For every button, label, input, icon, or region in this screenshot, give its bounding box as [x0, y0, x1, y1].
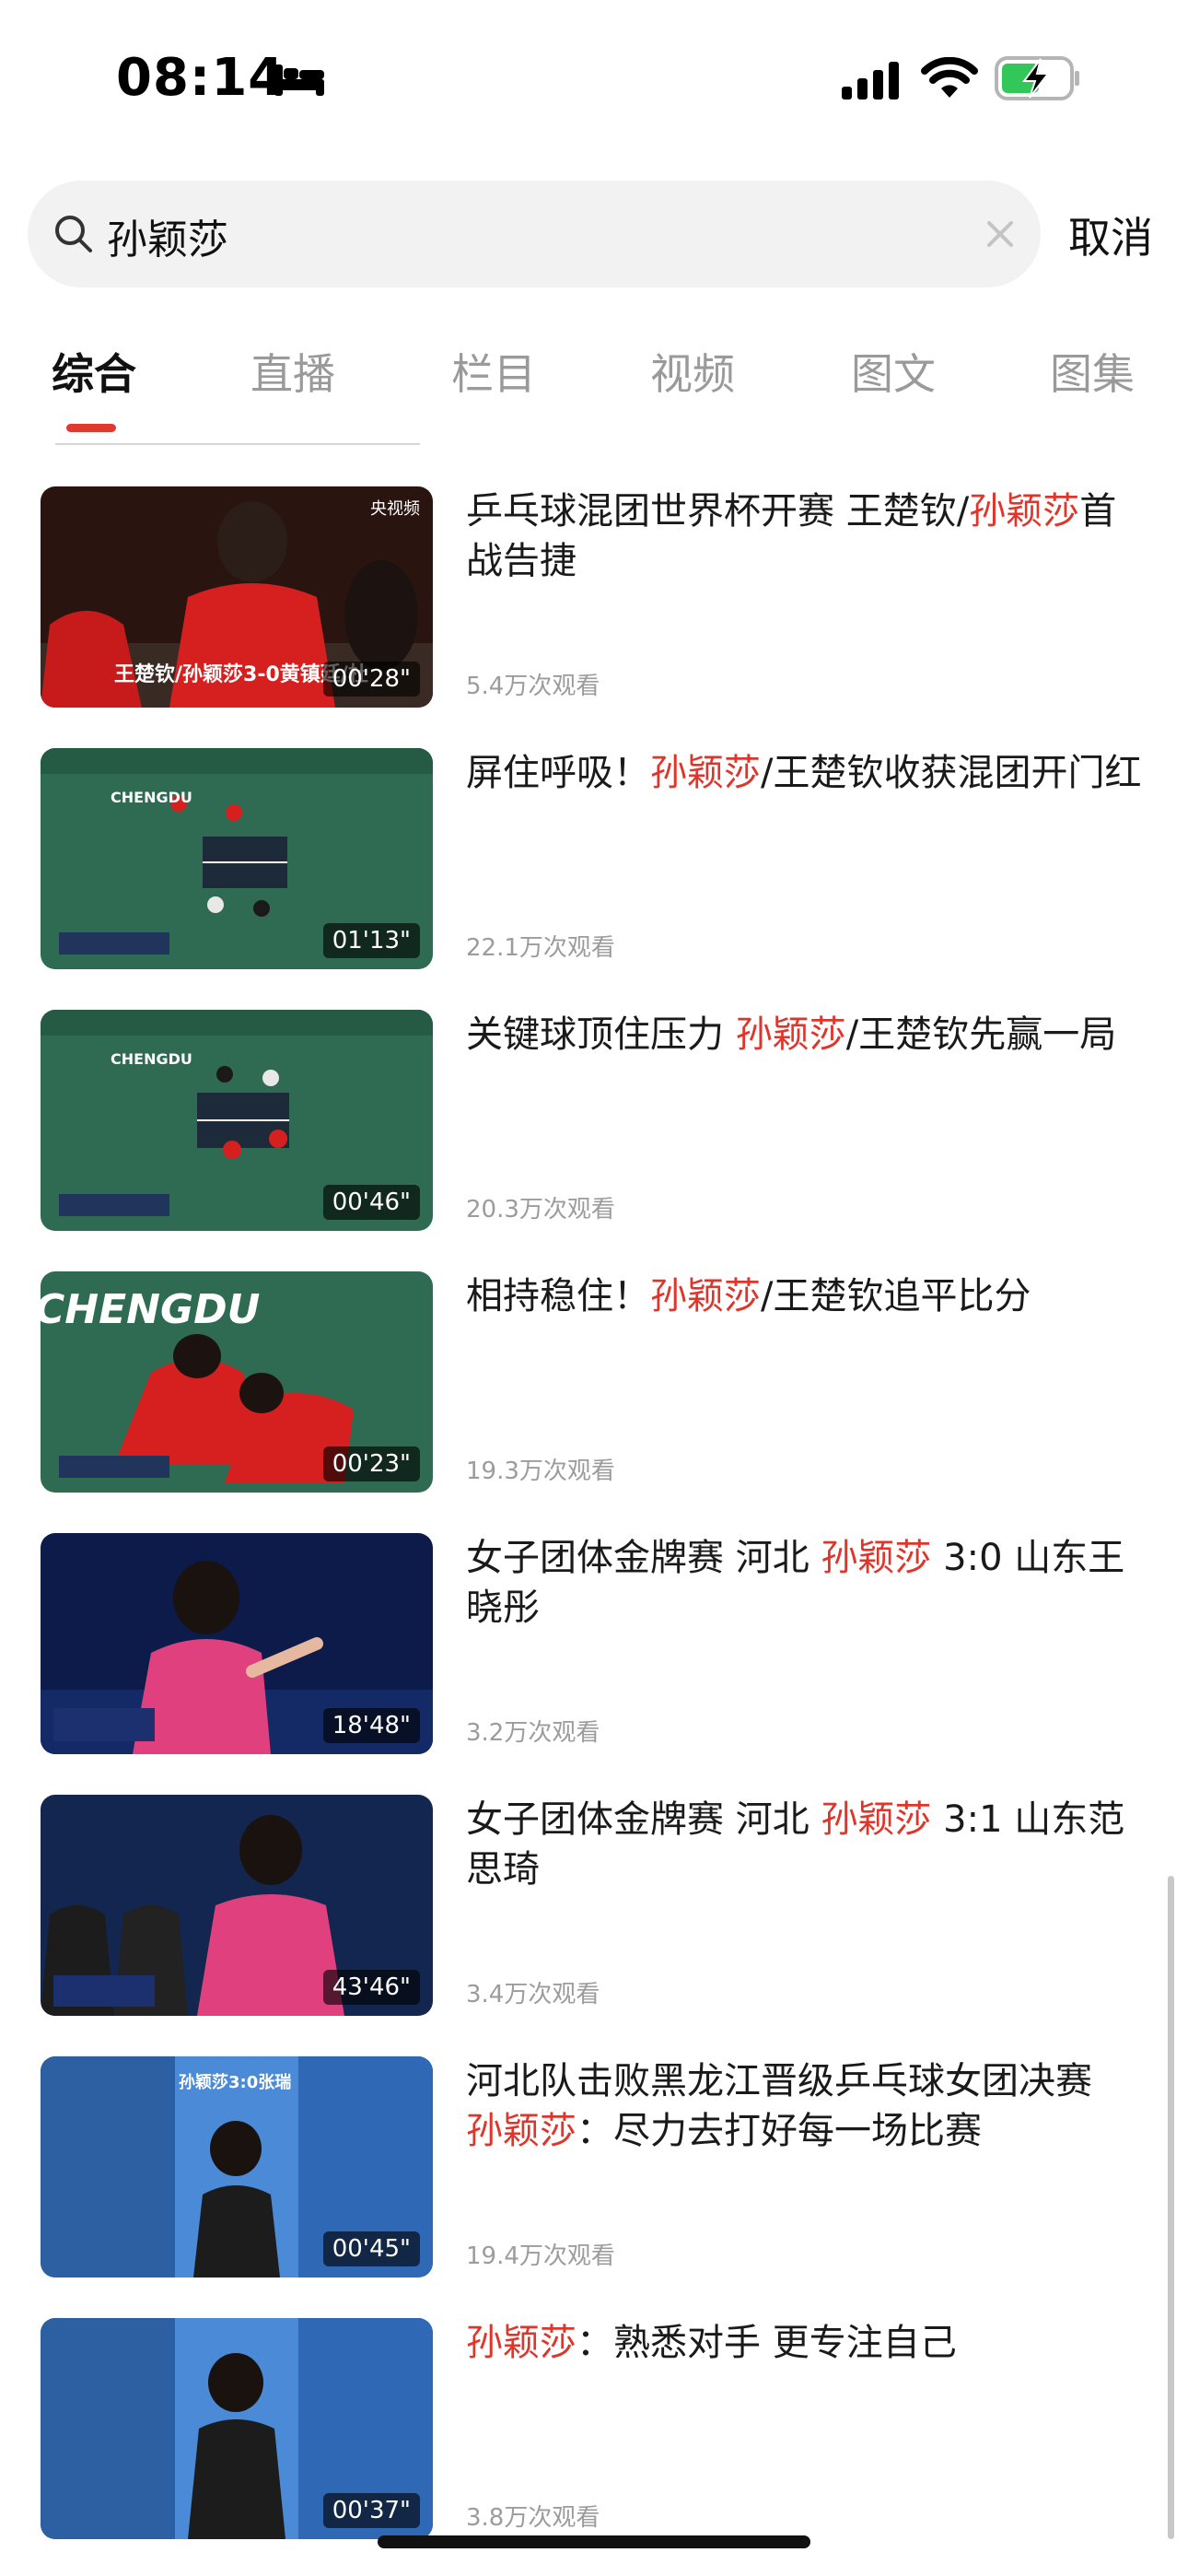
list-item[interactable]: 央视频 王楚钦/孙颖莎3-0黄镇廷/杜 00'28" 乒乓球混团世界杯开赛 王楚…	[0, 486, 1188, 708]
video-thumbnail[interactable]: 央视频 王楚钦/孙颖莎3-0黄镇廷/杜 00'28"	[41, 486, 433, 708]
view-count: 3.2万次观看	[466, 1719, 600, 1747]
duration-badge: 00'23"	[322, 1446, 420, 1481]
duration-badge: 00'45"	[322, 2231, 420, 2266]
video-thumbnail[interactable]: 18'48"	[41, 1533, 433, 1754]
tab-programs[interactable]: 栏目	[451, 341, 536, 402]
video-thumbnail[interactable]: CHENGDU 01'13"	[41, 748, 433, 969]
view-count: 19.4万次观看	[466, 2242, 615, 2270]
item-title[interactable]: 乒乓球混团世界杯开赛 王楚钦/孙颖莎首战告捷	[466, 486, 1147, 586]
video-thumbnail[interactable]: 43'46"	[41, 1795, 433, 2016]
tab-articles[interactable]: 图文	[851, 341, 936, 402]
item-title[interactable]: 屏住呼吸！孙颖莎/王楚钦收获混团开门红	[466, 748, 1147, 798]
search-results-page: 08:14 孙颖莎 取消 综合 直播 栏目 视频 图文 图集 央视频 王楚钦/孙…	[0, 0, 1188, 2576]
search-icon	[55, 216, 92, 252]
view-count: 5.4万次观看	[466, 673, 600, 700]
list-item[interactable]: CHENGDU 00'46" 关键球顶住压力 孙颖莎/王楚钦先赢一局 20.3万…	[0, 1010, 1188, 1231]
home-indicator[interactable]	[378, 2535, 810, 2548]
item-title[interactable]: 关键球顶住压力 孙颖莎/王楚钦先赢一局	[466, 1010, 1147, 1060]
video-thumbnail[interactable]: CHENGDU 00'23"	[41, 1271, 433, 1493]
video-watermark: 央视频	[370, 499, 420, 519]
item-title[interactable]: 相持稳住！孙颖莎/王楚钦追平比分	[466, 1271, 1147, 1321]
cellular-signal-icon	[842, 62, 899, 100]
tab-divider	[55, 443, 420, 445]
court-label: CHENGDU	[111, 1050, 192, 1068]
view-count: 3.4万次观看	[466, 1981, 600, 2008]
video-thumbnail[interactable]: CHENGDU 00'46"	[41, 1010, 433, 1231]
item-title[interactable]: 孙颖莎：熟悉对手 更专注自己	[466, 2318, 1147, 2368]
duration-badge: 00'37"	[322, 2493, 420, 2528]
search-query-text: 孙颖莎	[107, 217, 228, 263]
status-time: 08:14	[116, 48, 285, 108]
tab-live[interactable]: 直播	[250, 341, 335, 402]
view-count: 19.3万次观看	[466, 1458, 615, 1485]
list-item[interactable]: CHENGDU 00'23" 相持稳住！孙颖莎/王楚钦追平比分 19.3万次观看	[0, 1271, 1188, 1493]
duration-badge: 18'48"	[322, 1708, 420, 1743]
battery-charging-icon	[995, 56, 1079, 100]
duration-badge: 00'28"	[322, 662, 420, 697]
video-thumbnail[interactable]: 孙颖莎3:0张瑞 00'45"	[41, 2056, 433, 2277]
list-item[interactable]: CHENGDU 01'13" 屏住呼吸！孙颖莎/王楚钦收获混团开门红 22.1万…	[0, 748, 1188, 969]
video-thumbnail[interactable]: 00'37"	[41, 2318, 433, 2539]
tab-videos[interactable]: 视频	[650, 341, 735, 402]
search-input[interactable]: 孙颖莎	[28, 181, 1041, 287]
court-label: CHENGDU	[41, 1286, 261, 1333]
court-label: CHENGDU	[111, 789, 192, 806]
tab-all[interactable]: 综合	[52, 341, 136, 402]
status-bar: 08:14	[0, 0, 1188, 157]
duration-badge: 43'46"	[322, 1970, 420, 2005]
duration-badge: 00'46"	[322, 1185, 420, 1220]
view-count: 20.3万次观看	[466, 1196, 615, 1224]
list-item[interactable]: 孙颖莎3:0张瑞 00'45" 河北队击败黑龙江晋级乒乓球女团决赛 孙颖莎：尽力去…	[0, 2056, 1188, 2277]
active-tab-indicator	[66, 424, 116, 432]
list-item[interactable]: 18'48" 女子团体金牌赛 河北 孙颖莎 3:0 山东王晓彤 3.2万次观看	[0, 1533, 1188, 1754]
duration-badge: 01'13"	[322, 923, 420, 958]
video-overlay-text: 孙颖莎3:0张瑞	[179, 2073, 292, 2092]
view-count: 3.8万次观看	[466, 2504, 600, 2532]
item-title[interactable]: 女子团体金牌赛 河北 孙颖莎 3:1 山东范思琦	[466, 1795, 1147, 1894]
item-title[interactable]: 河北队击败黑龙江晋级乒乓球女团决赛 孙颖莎：尽力去打好每一场比赛	[466, 2056, 1147, 2156]
list-item[interactable]: 43'46" 女子团体金牌赛 河北 孙颖莎 3:1 山东范思琦 3.4万次观看	[0, 1795, 1188, 2016]
tab-galleries[interactable]: 图集	[1050, 341, 1135, 402]
list-item[interactable]: 00'37" 孙颖莎：熟悉对手 更专注自己 3.8万次观看	[0, 2318, 1188, 2539]
clear-icon[interactable]	[980, 214, 1020, 254]
category-tabs: 综合 直播 栏目 视频 图文 图集	[0, 341, 1188, 442]
cancel-button[interactable]: 取消	[1068, 205, 1153, 265]
view-count: 22.1万次观看	[466, 934, 615, 962]
item-title[interactable]: 女子团体金牌赛 河北 孙颖莎 3:0 山东王晓彤	[466, 1533, 1147, 1633]
sleep-focus-icon	[274, 64, 324, 96]
wifi-icon	[921, 57, 978, 98]
scrollbar[interactable]	[1168, 1876, 1174, 2539]
